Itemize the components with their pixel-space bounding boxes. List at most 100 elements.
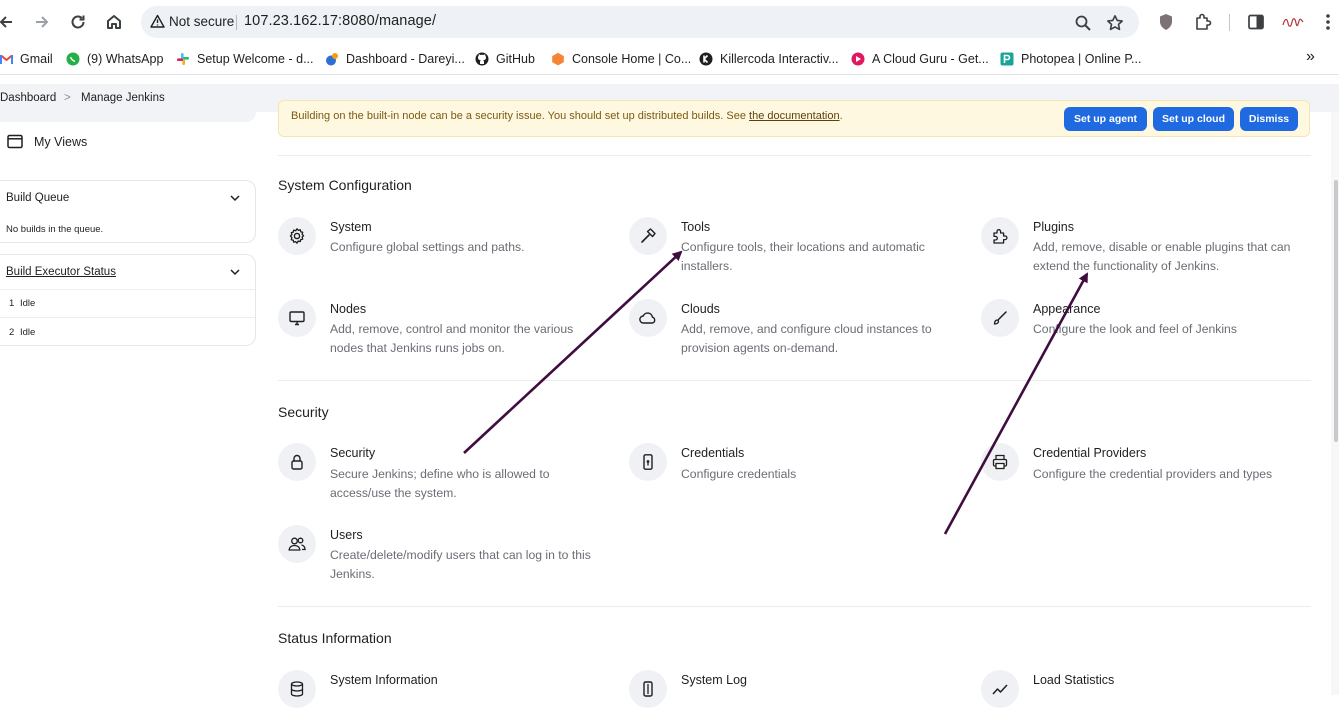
brush-icon[interactable] — [981, 299, 1019, 337]
bookmark-killercoda[interactable]: Killercoda Interactiv... — [699, 51, 839, 67]
item-desc-credential-providers: Configure the credential providers and t… — [1033, 465, 1272, 484]
bookmark-setup-welcome[interactable]: Setup Welcome - d... — [176, 51, 314, 67]
warning-icon — [150, 14, 165, 28]
side-panel-icon[interactable] — [1246, 12, 1266, 32]
dismiss-button[interactable]: Dismiss — [1240, 107, 1298, 131]
back-button[interactable] — [0, 10, 18, 34]
bookmark-whatsapp[interactable]: (9) WhatsApp — [66, 51, 163, 67]
bookmark-photopea[interactable]: Photopea | Online P... — [1000, 51, 1141, 67]
set-up-cloud-button[interactable]: Set up cloud — [1153, 107, 1234, 131]
bookmark-a-cloud-guru[interactable]: A Cloud Guru - Get... — [851, 51, 989, 67]
item-title-system-information[interactable]: System Information — [330, 673, 438, 687]
item-title-credentials[interactable]: Credentials — [681, 446, 744, 460]
shield-extension-icon[interactable] — [1156, 12, 1176, 32]
breadcrumb-dashboard[interactable]: Dashboard — [0, 92, 56, 104]
url-text[interactable]: 107.23.162.17:8080/manage/ — [244, 13, 436, 29]
phone-key-icon[interactable] — [629, 443, 667, 481]
build-queue-title[interactable]: Build Queue — [6, 192, 69, 204]
documentation-link[interactable]: the documentation — [749, 110, 840, 122]
bookmark-label: Setup Welcome - d... — [197, 52, 314, 66]
forward-button[interactable] — [30, 10, 54, 34]
item-title-nodes[interactable]: Nodes — [330, 302, 366, 316]
item-desc-credentials: Configure credentials — [681, 465, 796, 484]
desc-line: access/use the system. — [330, 486, 457, 500]
item-title-security[interactable]: Security — [330, 446, 375, 460]
database-icon[interactable] — [278, 670, 316, 708]
monitor-icon[interactable] — [278, 299, 316, 337]
item-title-credential-providers[interactable]: Credential Providers — [1033, 446, 1146, 460]
divider — [0, 317, 255, 318]
log-icon[interactable] — [629, 670, 667, 708]
desc-line: Configure the credential providers and t… — [1033, 467, 1273, 481]
desc-line: nodes that Jenkins runs jobs on. — [330, 341, 505, 355]
reload-button[interactable] — [66, 10, 90, 34]
security-label[interactable]: Not secure — [169, 14, 234, 29]
home-button[interactable] — [102, 10, 126, 34]
chart-line-icon[interactable] — [981, 670, 1019, 708]
gmail-icon — [0, 52, 13, 66]
bookmarks-bar: Gmail (9) WhatsApp Setup Welcome - d... … — [0, 44, 1339, 75]
executor-status: Idle — [20, 298, 36, 309]
home-icon — [107, 15, 121, 29]
item-desc-nodes: Add, remove, control and monitor the var… — [330, 320, 573, 358]
item-title-system-log[interactable]: System Log — [681, 673, 747, 687]
profile-avatar[interactable] — [1281, 12, 1305, 32]
bookmark-github[interactable]: GitHub — [475, 51, 535, 67]
printer-icon[interactable] — [981, 443, 1019, 481]
cloud-icon[interactable] — [629, 299, 667, 337]
menu-kebab-icon[interactable] — [1318, 12, 1338, 32]
puzzle-icon[interactable] — [981, 217, 1019, 255]
item-title-system[interactable]: System — [330, 220, 372, 234]
item-title-plugins[interactable]: Plugins — [1033, 220, 1074, 234]
bookmark-star-icon[interactable] — [1106, 14, 1124, 32]
more-bookmarks-button[interactable]: » — [1306, 48, 1315, 65]
sidebar-item-label: My Views — [34, 135, 88, 149]
bookmark-console-home[interactable]: Console Home | Co... — [551, 51, 691, 67]
item-title-load-statistics[interactable]: Load Statistics — [1033, 673, 1114, 687]
item-desc-appearance: Configure the look and feel of Jenkins — [1033, 320, 1237, 339]
users-icon[interactable] — [278, 525, 316, 563]
dashboard-icon — [325, 52, 339, 66]
back-arrow-icon — [0, 16, 12, 28]
desc-line: Configure global settings and paths. — [330, 240, 525, 254]
acloudguru-icon — [851, 52, 865, 66]
item-desc-security: Secure Jenkins; define who is allowed to… — [330, 465, 550, 503]
item-title-tools[interactable]: Tools — [681, 220, 710, 234]
extensions-puzzle-icon[interactable] — [1193, 12, 1213, 32]
bookmark-dashboard-dareyio[interactable]: Dashboard - Dareyi... — [325, 51, 465, 67]
item-title-users[interactable]: Users — [330, 528, 363, 542]
sidebar-item-my-views[interactable]: My Views — [0, 132, 260, 152]
address-bar[interactable]: Not secure 107.23.162.17:8080/manage/ — [141, 6, 1139, 38]
killercoda-icon — [699, 52, 713, 66]
divider — [278, 380, 1311, 381]
chevron-down-icon[interactable] — [229, 267, 241, 277]
photopea-icon — [1000, 52, 1014, 66]
bookmark-gmail[interactable]: Gmail — [0, 51, 53, 67]
build-executor-panel: Build Executor Status 1 Idle 2 Idle — [0, 254, 256, 346]
browser-toolbar: Not secure 107.23.162.17:8080/manage/ — [0, 0, 1339, 44]
section-title-security: Security — [278, 404, 329, 420]
github-icon — [475, 52, 489, 66]
breadcrumb-separator: > — [64, 92, 71, 104]
build-executor-title[interactable]: Build Executor Status — [6, 266, 116, 278]
set-up-agent-button[interactable]: Set up agent — [1064, 107, 1147, 131]
bookmark-label: GitHub — [496, 52, 535, 66]
lock-icon[interactable] — [278, 443, 316, 481]
section-title-status-information: Status Information — [278, 630, 392, 646]
banner-text: Building on the built-in node can be a s… — [291, 110, 843, 122]
bookmark-label: A Cloud Guru - Get... — [872, 52, 989, 66]
gear-icon[interactable] — [278, 217, 316, 255]
sidebar-active-item — [0, 112, 256, 122]
hammer-icon[interactable] — [629, 217, 667, 255]
divider — [278, 606, 1311, 607]
chevron-down-icon[interactable] — [229, 193, 241, 203]
zoom-icon[interactable] — [1074, 14, 1092, 32]
breadcrumb-manage-jenkins[interactable]: Manage Jenkins — [81, 92, 165, 104]
scrollbar-thumb[interactable] — [1334, 180, 1338, 442]
item-title-appearance[interactable]: Appearance — [1033, 302, 1100, 316]
item-title-clouds[interactable]: Clouds — [681, 302, 720, 316]
reload-icon — [71, 15, 85, 29]
executor-number: 1 — [9, 298, 15, 309]
item-desc-users: Create/delete/modify users that can log … — [330, 546, 591, 584]
executor-status: Idle — [20, 327, 36, 338]
